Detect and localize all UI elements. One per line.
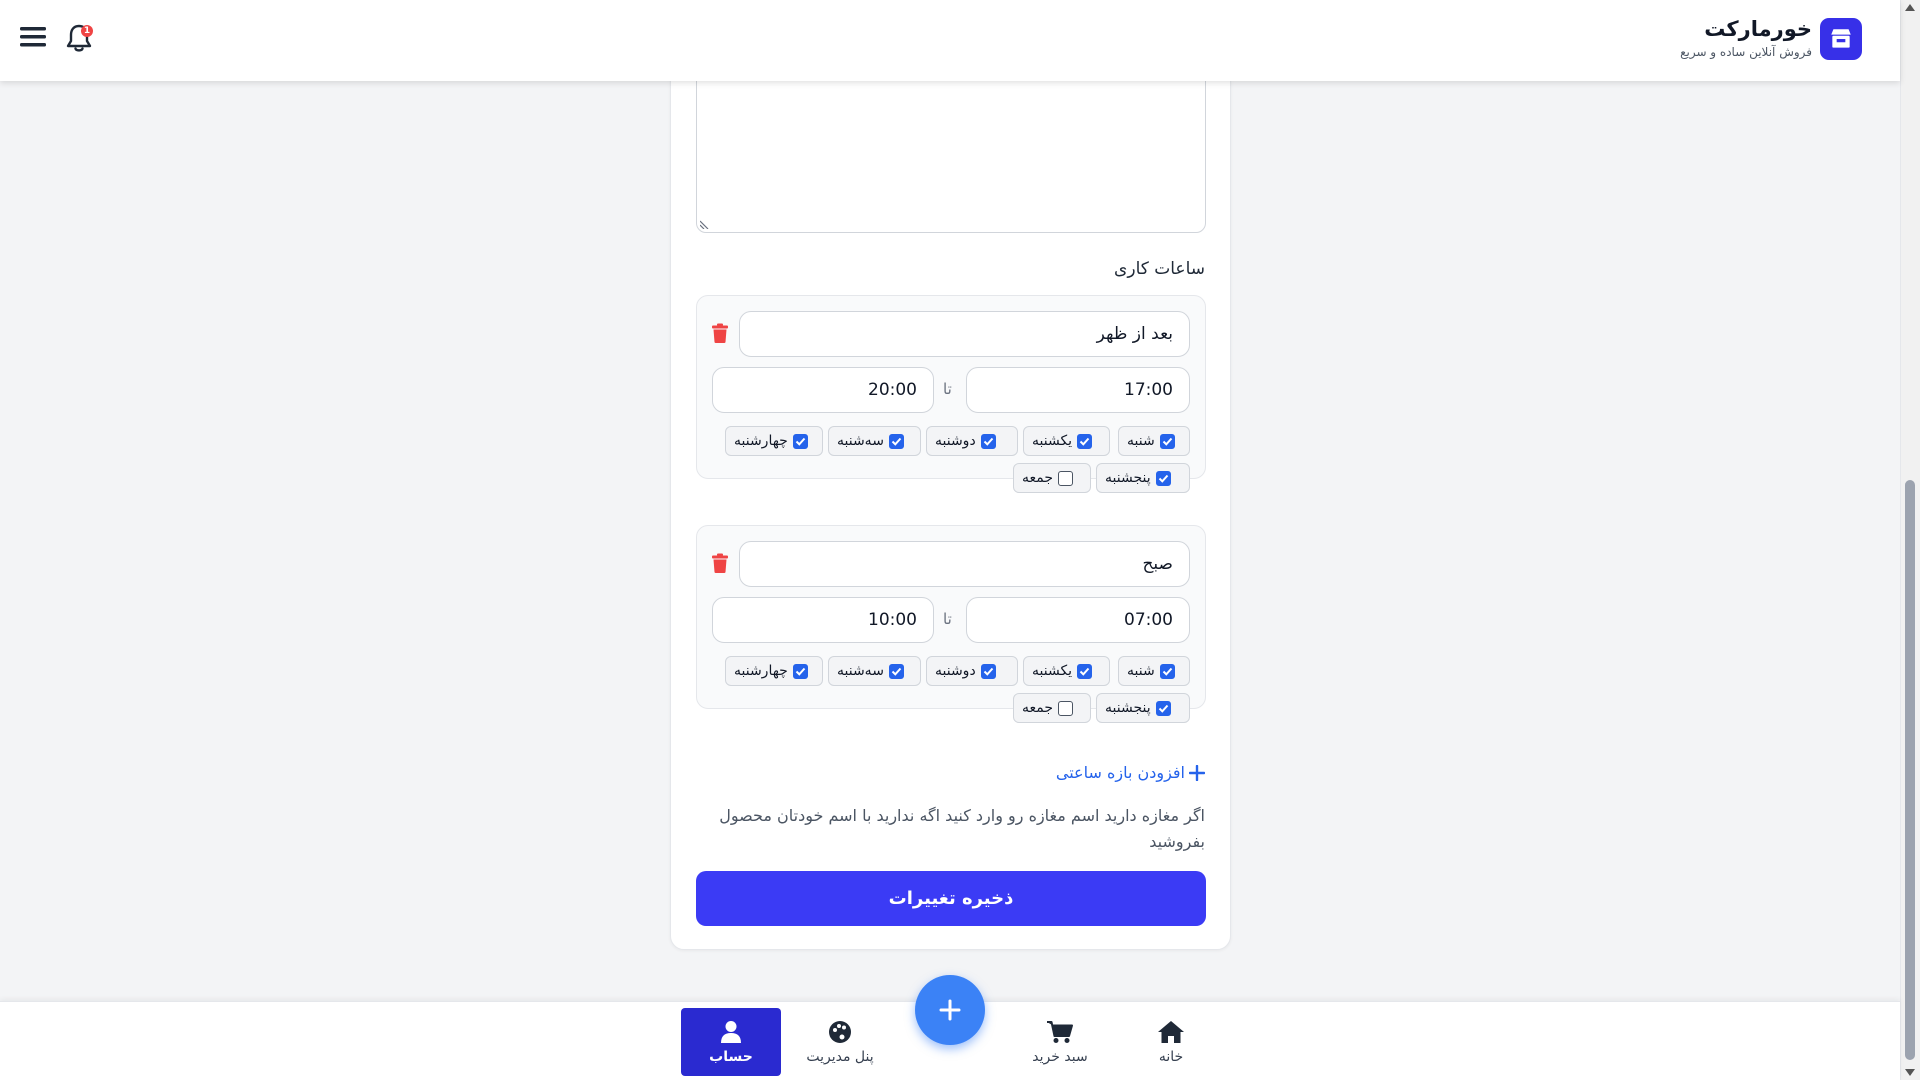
time-slot-afternoon: بعد از ظهر 17:00 تا 20:00 شنبه یکشنبه دو… [696,295,1206,493]
brand-name: خورمارکت [1704,17,1812,41]
checkbox-checked-icon[interactable] [792,433,808,449]
user-icon [721,1020,741,1043]
nav-home-label: خانه [1158,1048,1184,1065]
add-time-range-label: افزودن بازه ساعتی [1055,763,1185,782]
page-scrollbar[interactable] [1900,0,1920,1080]
day-label: شنبه [1127,663,1155,679]
checkbox-checked-icon[interactable] [888,663,904,679]
trash-icon[interactable] [711,323,729,343]
day-label: سه‌شنبه [837,663,884,679]
checkbox-checked-icon[interactable] [792,663,808,679]
add-button[interactable] [915,975,985,1045]
checkbox-checked-icon[interactable] [980,433,996,449]
hamburger-menu-icon[interactable] [18,22,48,52]
checkbox-checked-icon[interactable] [980,663,996,679]
checkbox-checked-icon[interactable] [1155,700,1171,716]
to-label: تا [943,380,952,398]
checkbox-checked-icon[interactable] [1159,433,1175,449]
day-chip-monday[interactable]: دوشنبه [926,426,1018,456]
nav-cart-label: سبد خرید [1032,1048,1088,1065]
description-textarea[interactable] [696,71,1206,233]
palette-icon [829,1020,851,1043]
checkbox-unchecked-icon[interactable] [1058,470,1074,486]
day-chip-wednesday[interactable]: چهارشنبه [725,656,823,686]
brand[interactable]: خورمارکت فروش آنلاین ساده و سریع [1680,16,1812,59]
slot-name-input[interactable]: بعد از ظهر [739,311,1190,357]
day-label: شنبه [1127,433,1155,449]
scroll-up-arrow-icon[interactable] [1905,4,1915,11]
checkbox-checked-icon[interactable] [1077,433,1093,449]
notification-badge: 1 [81,25,93,37]
nav-admin-panel[interactable]: پنل مدیریت [790,1008,890,1076]
nav-account[interactable]: حساب [681,1008,781,1076]
day-label: دوشنبه [935,663,976,679]
day-chip-thursday[interactable]: پنجشنبه [1096,463,1190,493]
nav-cart[interactable]: سبد خرید [1010,1008,1110,1076]
day-chip-saturday[interactable]: شنبه [1118,426,1190,456]
working-hours-title: ساعات کاری [1114,259,1205,279]
checkbox-checked-icon[interactable] [1155,470,1171,486]
nav-admin-panel-label: پنل مدیریت [806,1048,874,1065]
plus-icon [1189,764,1205,781]
day-label: چهارشنبه [734,663,788,679]
day-chip-monday[interactable]: دوشنبه [926,656,1018,686]
save-changes-button[interactable]: ذخیره تغییرات [696,871,1206,926]
plus-icon [939,999,961,1021]
add-time-range-button[interactable]: افزودن بازه ساعتی [1056,763,1205,782]
help-text: اگر مغازه دارید اسم مغازه رو وارد کنید ا… [719,806,1205,851]
to-label: تا [943,610,952,628]
brand-tagline: فروش آنلاین ساده و سریع [1680,45,1812,59]
store-settings-card: ساعات کاری بعد از ظهر 17:00 تا 20:00 شنب… [670,40,1231,950]
home-icon [1158,1020,1184,1043]
time-from-input[interactable]: 07:00 [966,597,1190,643]
day-label: پنجشنبه [1105,700,1151,716]
nav-account-label: حساب [709,1048,753,1065]
day-chip-friday[interactable]: جمعه [1013,463,1091,493]
day-label: پنجشنبه [1105,470,1151,486]
scroll-thumb[interactable] [1905,480,1915,1060]
cart-icon [1047,1020,1073,1043]
day-chip-sunday[interactable]: یکشنبه [1023,656,1110,686]
day-label: جمعه [1022,700,1054,716]
time-to-input[interactable]: 20:00 [712,367,934,413]
nav-home[interactable]: خانه [1121,1008,1221,1076]
day-chip-saturday[interactable]: شنبه [1118,656,1190,686]
day-label: یکشنبه [1032,433,1073,449]
checkbox-unchecked-icon[interactable] [1058,700,1074,716]
store-logo-icon[interactable] [1820,18,1862,60]
day-chip-wednesday[interactable]: چهارشنبه [725,426,823,456]
day-chip-friday[interactable]: جمعه [1013,693,1091,723]
day-chip-thursday[interactable]: پنجشنبه [1096,693,1190,723]
day-chip-tuesday[interactable]: سه‌شنبه [828,426,921,456]
scroll-down-arrow-icon[interactable] [1905,1069,1915,1076]
trash-icon[interactable] [711,553,729,573]
day-chip-tuesday[interactable]: سه‌شنبه [828,656,921,686]
checkbox-checked-icon[interactable] [1077,663,1093,679]
slot-name-input[interactable]: صبح [739,541,1190,587]
checkbox-checked-icon[interactable] [1159,663,1175,679]
day-label: دوشنبه [935,433,976,449]
day-label: یکشنبه [1032,663,1073,679]
day-label: جمعه [1022,470,1054,486]
time-from-input[interactable]: 17:00 [966,367,1190,413]
top-header: خورمارکت فروش آنلاین ساده و سریع 1 [0,0,1900,81]
day-chip-sunday[interactable]: یکشنبه [1023,426,1110,456]
day-label: سه‌شنبه [837,433,884,449]
time-to-input[interactable]: 10:00 [712,597,934,643]
day-label: چهارشنبه [734,433,788,449]
resize-grip-icon[interactable] [700,219,710,229]
time-slot-morning: صبح 07:00 تا 10:00 شنبه یکشنبه دوشنبه سه… [696,525,1206,723]
checkbox-checked-icon[interactable] [888,433,904,449]
